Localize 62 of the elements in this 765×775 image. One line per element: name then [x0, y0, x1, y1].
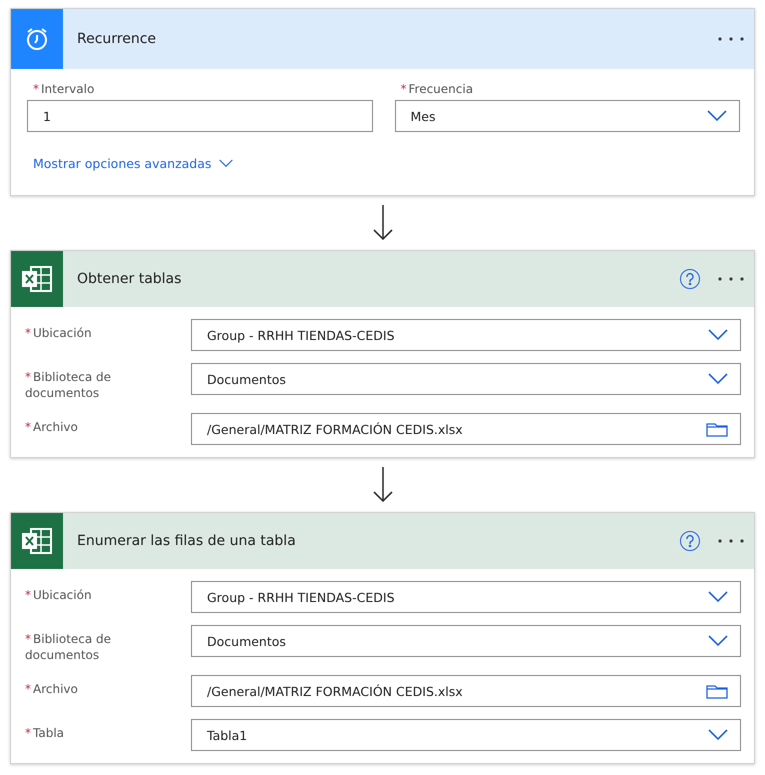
help-icon[interactable]: [680, 269, 700, 289]
required-mark: *: [33, 82, 39, 96]
field-label: * Frecuencia: [400, 81, 474, 97]
more-options-icon[interactable]: [718, 539, 744, 543]
alarm-clock-icon: [24, 26, 50, 52]
required-mark: *: [25, 682, 31, 696]
required-mark: *: [25, 370, 31, 384]
dropdown-field[interactable]: Documentos: [191, 363, 741, 395]
chevron-down-icon: [708, 635, 728, 647]
spreadsheet-icon: [21, 265, 53, 293]
chevron-down-icon: [708, 373, 728, 385]
field-label: * Archivo: [25, 419, 79, 435]
dropdown-field[interactable]: Mes: [394, 100, 740, 132]
field-value: Documentos: [207, 372, 286, 386]
field-value: /General/MATRIZ FORMACIÓN CEDIS.xlsx: [207, 684, 463, 698]
down-arrow-icon: [372, 205, 394, 241]
more-options-icon[interactable]: [718, 277, 744, 281]
dropdown-field[interactable]: Group - RRHH TIENDAS-CEDIS: [191, 319, 741, 351]
dropdown-field[interactable]: Documentos: [191, 625, 741, 657]
card-title: Enumerar las filas de una tabla: [77, 533, 297, 549]
field-label: * Tabla: [25, 725, 66, 741]
chevron-down-icon: [708, 591, 728, 603]
field-value: Tabla1: [207, 728, 248, 742]
file-field[interactable]: /General/MATRIZ FORMACIÓN CEDIS.xlsx: [191, 413, 741, 445]
dropdown-field[interactable]: Group - RRHH TIENDAS-CEDIS: [191, 581, 741, 613]
file-field[interactable]: /General/MATRIZ FORMACIÓN CEDIS.xlsx: [191, 675, 741, 707]
field-value: Group - RRHH TIENDAS-CEDIS: [207, 328, 394, 342]
down-arrow-icon: [372, 467, 394, 503]
input-field[interactable]: 1: [27, 100, 372, 132]
field-value: Documentos: [207, 634, 286, 648]
card-title: Recurrence: [77, 31, 158, 47]
required-mark: *: [25, 726, 31, 740]
folder-icon: [706, 421, 728, 437]
required-mark: *: [400, 82, 406, 96]
chevron-down-icon: [219, 159, 234, 168]
required-mark: *: [25, 326, 31, 340]
help-icon[interactable]: [680, 531, 700, 551]
chevron-down-icon: [708, 329, 728, 341]
required-mark: *: [25, 420, 31, 434]
more-options-icon[interactable]: [718, 37, 744, 41]
chevron-down-icon: [707, 110, 727, 122]
field-label: * Ubicación: [25, 587, 93, 603]
chevron-down-icon: [708, 729, 728, 741]
field-value: Mes: [410, 108, 436, 124]
spreadsheet-icon: [21, 527, 53, 555]
card-header[interactable]: Recurrence: [11, 9, 754, 69]
field-value: Group - RRHH TIENDAS-CEDIS: [207, 590, 394, 604]
field-label: * Biblioteca de documentos: [25, 369, 112, 401]
required-mark: *: [25, 632, 31, 646]
dropdown-field[interactable]: Tabla1: [191, 719, 741, 751]
card-header[interactable]: Obtener tablas: [11, 251, 754, 307]
required-mark: *: [25, 588, 31, 602]
field-label: * Archivo: [25, 681, 79, 697]
field-value: /General/MATRIZ FORMACIÓN CEDIS.xlsx: [207, 422, 463, 436]
field-label: * Biblioteca de documentos: [25, 631, 112, 663]
folder-icon: [706, 683, 728, 699]
advanced-options-link[interactable]: Mostrar opciones avanzadas: [33, 156, 234, 171]
field-value: 1: [43, 108, 51, 124]
field-label: * Ubicación: [25, 325, 93, 341]
card-header[interactable]: Enumerar las filas de una tabla: [11, 513, 754, 569]
field-label: * Intervalo: [32, 81, 96, 97]
card-title: Obtener tablas: [77, 271, 182, 287]
